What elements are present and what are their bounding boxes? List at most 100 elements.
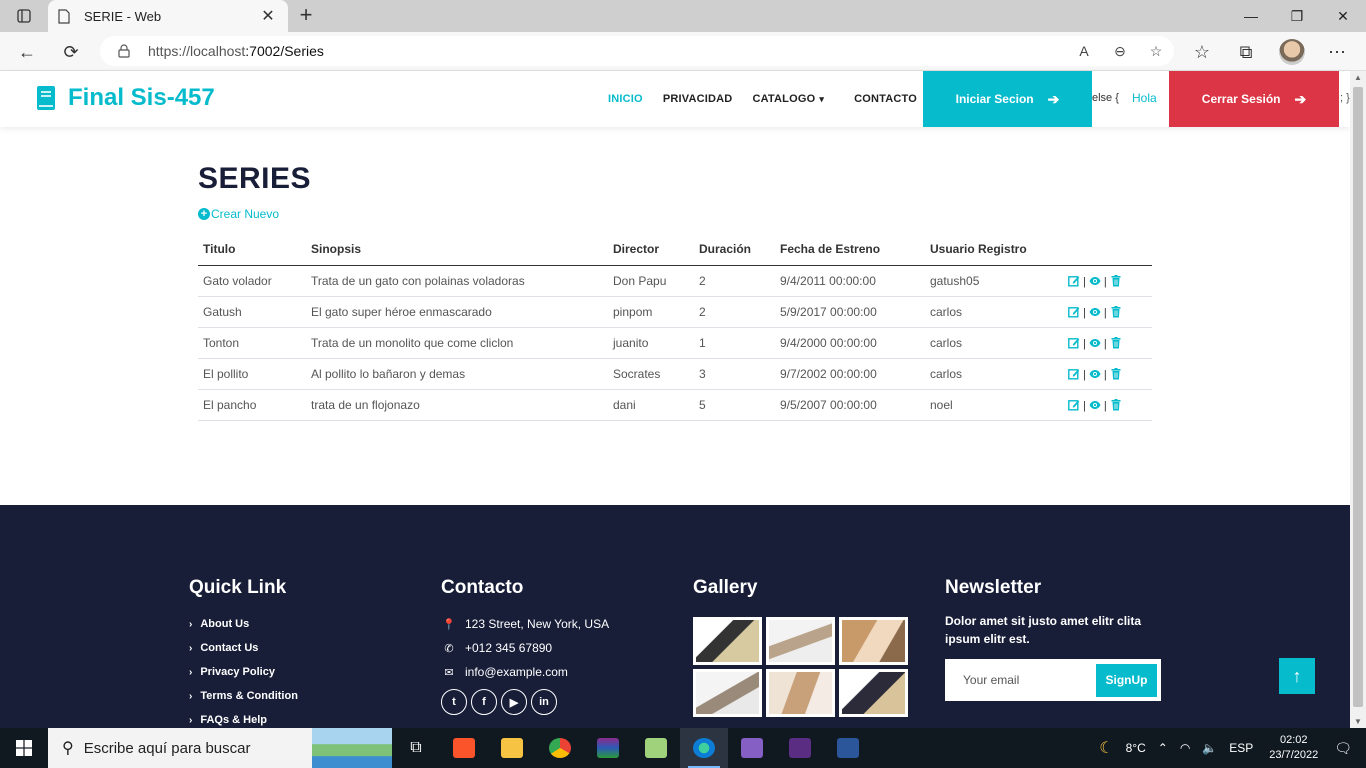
eye-icon[interactable] bbox=[1089, 306, 1101, 318]
footer-link-terms[interactable]: › Terms & Condition bbox=[189, 684, 298, 708]
zoom-icon[interactable]: ⊖ bbox=[1102, 36, 1138, 66]
read-aloud-icon[interactable]: A bbox=[1066, 36, 1102, 66]
scroll-down-icon[interactable]: ▼ bbox=[1354, 717, 1362, 726]
nav-privacidad[interactable]: PRIVACIDAD bbox=[663, 93, 733, 105]
gallery-image[interactable] bbox=[766, 617, 835, 665]
refresh-icon[interactable]: ⟳ bbox=[58, 39, 84, 65]
footer-link-about[interactable]: › About Us bbox=[189, 612, 298, 636]
series-table: Titulo Sinopsis Director Duración Fecha … bbox=[198, 234, 1152, 421]
browser-tabstrip: SERIE - Web ✕ + — ❐ ✕ bbox=[0, 0, 1366, 32]
brand-logo[interactable]: Final Sis-457 bbox=[36, 84, 215, 112]
browser-tab[interactable]: SERIE - Web ✕ bbox=[48, 0, 288, 32]
network-icon[interactable]: ◠ bbox=[1180, 741, 1190, 755]
gallery-image[interactable] bbox=[839, 617, 908, 665]
edit-icon[interactable] bbox=[1068, 337, 1080, 349]
chrome-icon[interactable] bbox=[536, 728, 584, 768]
trash-icon[interactable] bbox=[1110, 399, 1122, 411]
cell-sinopsis: Trata de un gato con polainas voladoras bbox=[306, 265, 608, 297]
nav-contacto[interactable]: CONTACTO bbox=[854, 93, 917, 105]
close-tab-icon[interactable]: ✕ bbox=[258, 6, 278, 26]
cell-director: Socrates bbox=[608, 358, 694, 390]
gallery-image[interactable] bbox=[693, 669, 762, 717]
taskbar-search[interactable]: ⚲ Escribe aquí para buscar bbox=[48, 728, 392, 768]
eye-icon[interactable] bbox=[1089, 337, 1101, 349]
terminal-icon[interactable] bbox=[776, 728, 824, 768]
search-highlight-image bbox=[312, 728, 392, 768]
add-favorite-icon[interactable]: ☆ bbox=[1138, 36, 1174, 66]
minimize-icon[interactable]: — bbox=[1228, 0, 1274, 32]
site-navbar: Final Sis-457 INICIO PRIVACIDAD CATALOGO… bbox=[0, 71, 1350, 127]
email-input[interactable]: Your email bbox=[949, 673, 1096, 687]
logout-button[interactable]: Cerrar Sesión ➔ bbox=[1169, 71, 1339, 127]
trash-icon[interactable] bbox=[1110, 275, 1122, 287]
restore-icon[interactable]: ❐ bbox=[1274, 0, 1320, 32]
more-menu-icon[interactable]: ⋯ bbox=[1324, 39, 1350, 65]
scroll-up-icon[interactable]: ▲ bbox=[1354, 73, 1362, 82]
windows-start-icon[interactable] bbox=[0, 728, 48, 768]
hola-link[interactable]: Hola bbox=[1132, 91, 1157, 105]
facebook-icon[interactable]: f bbox=[471, 689, 497, 715]
twitter-icon[interactable]: t bbox=[441, 689, 467, 715]
linkedin-icon[interactable]: in bbox=[531, 689, 557, 715]
youtube-icon[interactable]: ▶ bbox=[501, 689, 527, 715]
file-explorer-icon[interactable] bbox=[488, 728, 536, 768]
notepad-plus-icon[interactable] bbox=[632, 728, 680, 768]
favorites-icon[interactable]: ☆ bbox=[1189, 39, 1215, 65]
volume-icon[interactable]: 🔈 bbox=[1202, 741, 1217, 755]
edge-icon[interactable] bbox=[680, 728, 728, 768]
nav-inicio[interactable]: INICIO bbox=[608, 93, 643, 105]
back-to-top-button[interactable]: ↑ bbox=[1279, 658, 1315, 694]
trash-icon[interactable] bbox=[1110, 337, 1122, 349]
task-view-icon[interactable]: ⧉ bbox=[392, 728, 440, 768]
footer-link-privacy[interactable]: › Privacy Policy bbox=[189, 660, 298, 684]
table-row: El pancho trata de un flojonazo dani 5 9/5/2… bbox=[198, 389, 1152, 421]
cell-sinopsis: trata de un flojonazo bbox=[306, 389, 608, 421]
profile-avatar[interactable] bbox=[1279, 39, 1305, 65]
brave-icon[interactable] bbox=[440, 728, 488, 768]
tab-actions-icon[interactable] bbox=[8, 4, 40, 28]
table-header-row: Titulo Sinopsis Director Duración Fecha … bbox=[198, 234, 1152, 266]
phone-text: +012 345 67890 bbox=[465, 641, 553, 655]
language-indicator[interactable]: ESP bbox=[1229, 741, 1253, 755]
address-text: 123 Street, New York, USA bbox=[465, 617, 610, 631]
gallery-image[interactable] bbox=[839, 669, 908, 717]
trash-icon[interactable] bbox=[1110, 306, 1122, 318]
page-scrollbar[interactable]: ▲ ▼ bbox=[1350, 71, 1366, 728]
eye-icon[interactable] bbox=[1089, 275, 1101, 287]
nav-catalogo[interactable]: CATALOGO ▾ bbox=[752, 93, 834, 105]
cell-usuario: noel bbox=[925, 389, 1063, 421]
footer-link-contact[interactable]: › Contact Us bbox=[189, 636, 298, 660]
close-window-icon[interactable]: ✕ bbox=[1320, 0, 1366, 32]
chevron-right-icon: › bbox=[189, 666, 193, 678]
visual-studio-icon[interactable] bbox=[728, 728, 776, 768]
back-icon[interactable]: ← bbox=[14, 39, 40, 65]
chevron-up-icon[interactable]: ⌃ bbox=[1158, 741, 1168, 755]
signup-button[interactable]: SignUp bbox=[1096, 663, 1157, 697]
row-actions: | | bbox=[1063, 389, 1152, 421]
login-button[interactable]: Iniciar Secion ➔ bbox=[923, 71, 1092, 127]
winrar-icon[interactable] bbox=[584, 728, 632, 768]
footer-link-label: Privacy Policy bbox=[200, 666, 275, 678]
scroll-thumb[interactable] bbox=[1353, 87, 1363, 707]
create-new-link[interactable]: + Crear Nuevo bbox=[198, 207, 279, 221]
trash-icon[interactable] bbox=[1110, 368, 1122, 380]
collections-icon[interactable]: ⧉ bbox=[1233, 39, 1259, 65]
notifications-icon[interactable]: 🗨 bbox=[1334, 740, 1352, 757]
footer-link-label: Terms & Condition bbox=[200, 690, 298, 702]
edit-icon[interactable] bbox=[1068, 275, 1080, 287]
footer-link-label: Contact Us bbox=[200, 642, 259, 654]
edit-icon[interactable] bbox=[1068, 306, 1080, 318]
clock[interactable]: 02:02 23/7/2022 bbox=[1269, 733, 1318, 763]
gallery-image[interactable] bbox=[693, 617, 762, 665]
chevron-right-icon: › bbox=[189, 618, 193, 630]
weather-moon-icon[interactable]: ☾ bbox=[1099, 738, 1113, 758]
edit-icon[interactable] bbox=[1068, 399, 1080, 411]
eye-icon[interactable] bbox=[1089, 399, 1101, 411]
cell-sinopsis: Al pollito lo bañaron y demas bbox=[306, 358, 608, 390]
address-bar[interactable]: https://localhost:7002/Series A ⊖ ☆ bbox=[100, 36, 1174, 66]
eye-icon[interactable] bbox=[1089, 368, 1101, 380]
new-tab-button[interactable]: + bbox=[294, 4, 318, 28]
word-icon[interactable] bbox=[824, 728, 872, 768]
gallery-image[interactable] bbox=[766, 669, 835, 717]
edit-icon[interactable] bbox=[1068, 368, 1080, 380]
